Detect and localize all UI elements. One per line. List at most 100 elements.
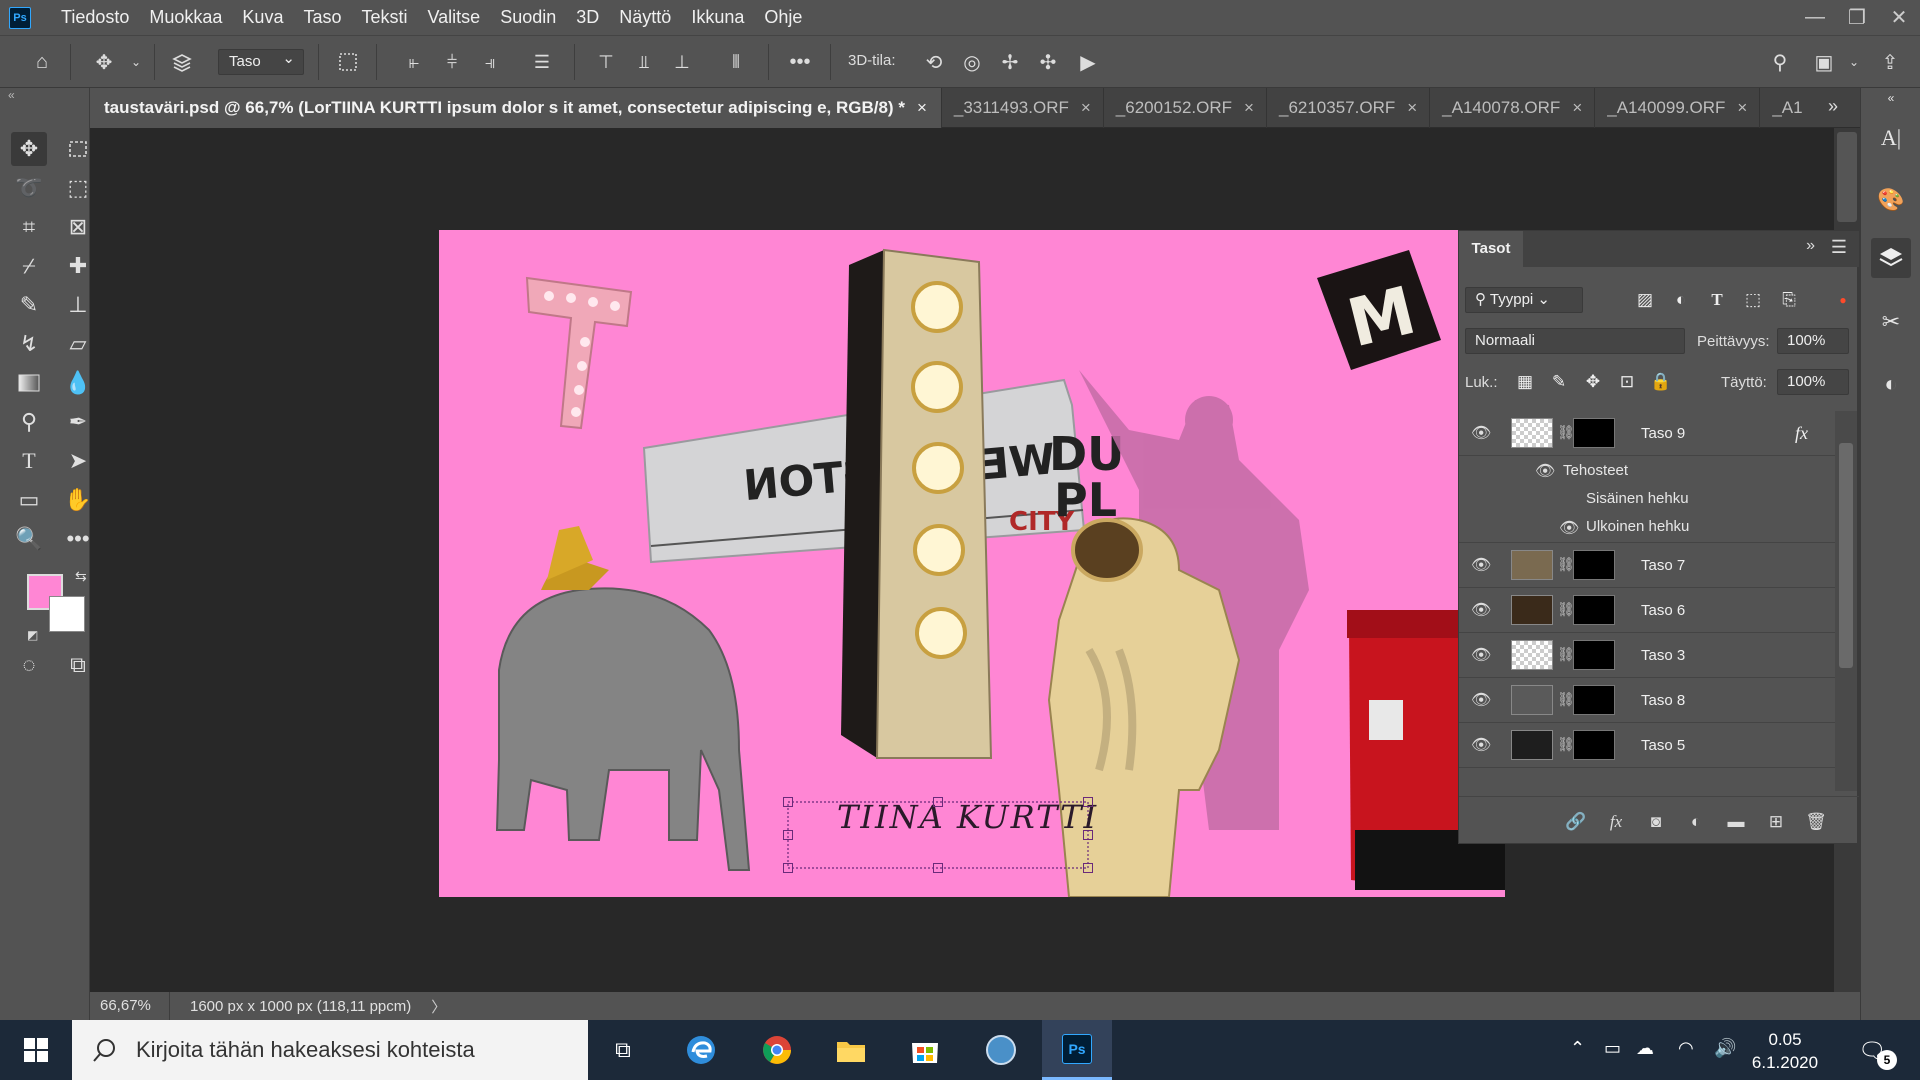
move-tool-icon[interactable]: ✥ xyxy=(11,132,47,166)
align-vcenter-icon[interactable]: ⫫ xyxy=(630,48,658,76)
background-color-swatch[interactable] xyxy=(49,596,85,632)
show-hidden-icons-icon[interactable]: ⌃ xyxy=(1570,1038,1585,1059)
menu-filter[interactable]: Suodin xyxy=(490,0,566,35)
type-tool-icon[interactable]: T xyxy=(11,444,47,478)
layer-row-taso-9[interactable]: 👁 ⛓ Taso 9 fx xyxy=(1459,411,1835,456)
blend-mode-dropdown[interactable]: Normaali xyxy=(1465,328,1685,354)
menu-layer[interactable]: Taso xyxy=(293,0,351,35)
transform-handle[interactable] xyxy=(1083,797,1093,807)
tab-a140078[interactable]: _A140078.ORF × xyxy=(1430,88,1596,128)
3d-slide-icon[interactable]: ✣ xyxy=(1034,48,1062,76)
layer-row-taso-8[interactable]: 👁 ⛓ Taso 8 xyxy=(1459,678,1835,723)
properties-panel-icon[interactable]: ◐ xyxy=(1871,364,1911,404)
quick-mask-icon[interactable]: ◌ xyxy=(11,648,47,682)
text-layer-tiina-kurtti[interactable]: TIINA KURTTI xyxy=(837,798,1098,836)
transform-handle[interactable] xyxy=(783,830,793,840)
visibility-eye-icon[interactable]: 👁 xyxy=(1471,555,1491,575)
adjustments-panel-icon[interactable]: ✂ xyxy=(1871,302,1911,342)
eyedropper-tool-icon[interactable]: ⌿ xyxy=(11,249,47,283)
effect-row-inner-glow[interactable]: Sisäinen hehku xyxy=(1459,484,1835,512)
scrollbar-thumb[interactable] xyxy=(1837,132,1857,222)
transform-handle[interactable] xyxy=(933,797,943,807)
layer-mask-thumbnail[interactable] xyxy=(1573,418,1615,448)
home-icon[interactable]: ⌂ xyxy=(28,48,56,76)
transform-handle[interactable] xyxy=(933,863,943,873)
tab-a140099[interactable]: _A140099.ORF × xyxy=(1595,88,1761,128)
distribute-vertical-icon[interactable]: ⫴ xyxy=(722,48,750,76)
lasso-tool-icon[interactable]: ➰ xyxy=(11,171,47,205)
link-layers-icon[interactable]: 🔗 xyxy=(1563,809,1589,835)
menu-edit[interactable]: Muokkaa xyxy=(139,0,232,35)
filter-adjustment-icon[interactable]: ◐ xyxy=(1667,286,1695,314)
move-tool-icon[interactable]: ✥ xyxy=(90,48,118,76)
visibility-eye-icon[interactable]: 👁 xyxy=(1471,645,1491,665)
visibility-eye-icon[interactable]: 👁 xyxy=(1471,690,1491,710)
lock-image-icon[interactable]: ✎ xyxy=(1545,368,1573,396)
panel-menu-icon[interactable]: ☰ xyxy=(1831,237,1847,258)
layers-panel-tab[interactable]: Tasot xyxy=(1459,231,1523,267)
filter-type-layer-icon[interactable]: T xyxy=(1703,286,1731,314)
tab-6210357[interactable]: _6210357.ORF × xyxy=(1267,88,1431,128)
effects-row[interactable]: 👁 Tehosteet xyxy=(1459,456,1835,484)
crop-tool-icon[interactable]: ⌗ xyxy=(11,210,47,244)
restore-button[interactable]: ❐ xyxy=(1836,0,1878,35)
3d-scale-icon[interactable]: ▶ xyxy=(1074,48,1102,76)
menu-3d[interactable]: 3D xyxy=(566,0,609,35)
tool-preset-chevron-icon[interactable]: ⌄ xyxy=(122,48,150,76)
more-tabs-icon[interactable]: » xyxy=(1828,96,1838,117)
layer-mask-thumbnail[interactable] xyxy=(1573,640,1615,670)
taskbar-search-box[interactable]: Kirjoita tähän hakeaksesi kohteista xyxy=(72,1020,588,1080)
layer-name[interactable]: Taso 9 xyxy=(1641,425,1685,442)
collapse-panels-icon[interactable]: « xyxy=(1871,88,1911,108)
delete-layer-icon[interactable]: 🗑 xyxy=(1803,809,1829,835)
opacity-field[interactable]: 100% xyxy=(1777,328,1849,354)
lock-position-icon[interactable]: ✥ xyxy=(1579,368,1607,396)
3d-pan-icon[interactable]: ✢ xyxy=(996,48,1024,76)
menu-type[interactable]: Teksti xyxy=(351,0,417,35)
layer-row-taso-5[interactable]: 👁 ⛓ Taso 5 xyxy=(1459,723,1835,768)
filter-shape-icon[interactable]: ⬚ xyxy=(1739,286,1767,314)
layer-mask-thumbnail[interactable] xyxy=(1573,730,1615,760)
visibility-eye-icon[interactable]: 👁 xyxy=(1471,600,1491,620)
layers-scrollbar-thumb[interactable] xyxy=(1839,443,1853,668)
lock-all-icon[interactable]: 🔒 xyxy=(1647,368,1675,396)
3d-orbit-icon[interactable]: ⟲ xyxy=(920,48,948,76)
transform-handle[interactable] xyxy=(783,797,793,807)
onedrive-icon[interactable]: ☁ xyxy=(1636,1038,1654,1059)
layers-panel-icon[interactable] xyxy=(1871,238,1911,278)
layer-row-taso-3[interactable]: 👁 ⛓ Taso 3 xyxy=(1459,633,1835,678)
lock-artboard-icon[interactable]: ⊡ xyxy=(1613,368,1641,396)
tab-3311493[interactable]: _3311493.ORF × xyxy=(942,88,1104,128)
transform-handle[interactable] xyxy=(1083,830,1093,840)
app-icon[interactable] xyxy=(968,1020,1034,1080)
more-options-icon[interactable]: ••• xyxy=(786,48,814,76)
filter-pixel-icon[interactable]: ▨ xyxy=(1631,286,1659,314)
history-brush-tool-icon[interactable]: ↯ xyxy=(11,327,47,361)
menu-help[interactable]: Ohje xyxy=(754,0,812,35)
wifi-icon[interactable]: ◠ xyxy=(1678,1038,1694,1059)
close-tab-icon[interactable]: × xyxy=(1244,98,1254,118)
filter-smart-object-icon[interactable]: ⎘ xyxy=(1775,286,1803,314)
menu-select[interactable]: Valitse xyxy=(418,0,491,35)
tab-6200152[interactable]: _6200152.ORF × xyxy=(1104,88,1267,128)
collapse-toolbar-icon[interactable]: « xyxy=(8,88,15,102)
3d-roll-icon[interactable]: ◎ xyxy=(958,48,986,76)
system-clock[interactable]: 0.05 6.1.2020 xyxy=(1740,1028,1830,1074)
align-top-icon[interactable]: ⊤ xyxy=(592,48,620,76)
gradient-tool-icon[interactable] xyxy=(11,366,47,400)
edge-browser-icon[interactable] xyxy=(668,1020,734,1080)
document-canvas[interactable]: M WELLINGTON CITY DU PL xyxy=(439,230,1505,897)
chrome-browser-icon[interactable] xyxy=(744,1020,810,1080)
dodge-tool-icon[interactable]: ⚲ xyxy=(11,405,47,439)
workspace-chevron-icon[interactable]: ⌄ xyxy=(1840,48,1868,76)
share-icon[interactable]: ⇪ xyxy=(1876,48,1904,76)
visibility-eye-icon[interactable]: 👁 xyxy=(1559,518,1579,538)
new-adjustment-layer-icon[interactable]: ◐ xyxy=(1683,809,1709,835)
brush-tool-icon[interactable]: ✎ xyxy=(11,288,47,322)
minimize-button[interactable]: — xyxy=(1794,0,1836,35)
close-tab-icon[interactable]: × xyxy=(1081,98,1091,118)
swap-colors-icon[interactable]: ⇆ xyxy=(75,568,87,585)
battery-icon[interactable]: ▭ xyxy=(1604,1038,1621,1059)
file-explorer-icon[interactable] xyxy=(818,1020,884,1080)
new-group-icon[interactable]: ▬ xyxy=(1723,809,1749,835)
